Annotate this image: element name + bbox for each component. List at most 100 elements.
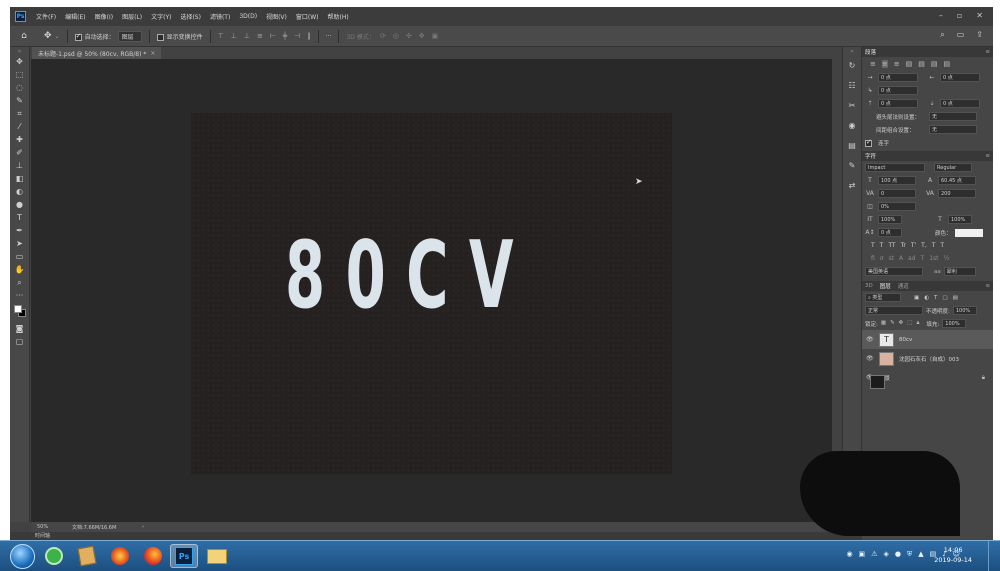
opacity-field[interactable]: 100% — [952, 306, 977, 315]
spacing-set-dropdown[interactable]: 无 — [929, 125, 977, 134]
menu-help[interactable]: 帮助(H) — [328, 12, 349, 21]
ligatures-button[interactable]: fi — [871, 255, 875, 262]
adjustments-icon[interactable]: ⇄ — [843, 175, 861, 195]
eyedropper-tool-icon[interactable]: ⁄ — [10, 120, 29, 133]
foreground-color[interactable] — [14, 305, 22, 313]
tab-character[interactable]: 字符 — [865, 152, 876, 160]
tray-icon[interactable]: ◈ — [883, 550, 888, 559]
discretionary-ligatures-button[interactable]: st — [888, 255, 893, 262]
align-more-icon[interactable]: ≡ — [257, 32, 263, 40]
tray-icon[interactable]: ⚠︎ — [871, 550, 877, 559]
taskbar-app-360[interactable] — [40, 544, 68, 568]
indent-right-field[interactable]: 0 点 — [940, 73, 980, 82]
taskbar-app-firefox[interactable] — [139, 544, 167, 568]
3d-pan-icon[interactable]: ✣ — [406, 32, 412, 40]
kerning-field[interactable]: 0 — [878, 189, 916, 198]
path-select-icon[interactable]: ➤ — [10, 237, 29, 250]
healing-brush-icon[interactable]: ✚ — [10, 133, 29, 146]
paths-icon[interactable]: ✎ — [843, 155, 861, 175]
taskbar-app-notepad[interactable] — [73, 544, 101, 568]
share-icon[interactable]: ⇪ — [976, 30, 983, 40]
panel-menu-icon[interactable]: ≡ — [985, 153, 990, 159]
layer-row-background[interactable]: 👁︎ 背景 🔒︎ — [862, 368, 993, 389]
tracking-field[interactable]: 200 — [938, 189, 976, 198]
clone-stamp-icon[interactable]: ⊥ — [10, 159, 29, 172]
swatches-icon[interactable]: ◉ — [843, 115, 861, 135]
hyphenate-checkbox[interactable] — [865, 138, 872, 147]
brush-tool-icon[interactable]: ✐ — [10, 146, 29, 159]
strikethrough-button[interactable]: T — [940, 242, 944, 249]
justify-center-icon[interactable]: ▤ — [918, 60, 925, 68]
indent-left-field[interactable]: 0 点 — [878, 73, 918, 82]
language-dropdown[interactable]: 美国英语 — [865, 267, 923, 276]
libraries-icon[interactable]: ▤ — [843, 135, 861, 155]
more-tools-icon[interactable]: ··· — [10, 289, 29, 302]
align-right-icon[interactable]: ≡ — [894, 60, 900, 68]
auto-select-checkbox[interactable] — [74, 32, 82, 41]
small-caps-button[interactable]: Tr — [901, 242, 906, 249]
justify-all-icon[interactable]: ▤ — [944, 60, 951, 68]
align-top-icon[interactable]: ⊤ — [218, 32, 224, 40]
align-bottom-icon[interactable]: ⊥ — [244, 32, 250, 40]
fill-field[interactable]: 100% — [942, 319, 967, 328]
align-left-icon[interactable]: ⊢ — [270, 32, 276, 40]
tray-icon[interactable]: ▣ — [859, 550, 866, 559]
eye-icon[interactable]: 👁︎ — [866, 355, 874, 362]
kinsoku-dropdown[interactable]: 无 — [929, 112, 977, 121]
filter-shape-icon[interactable]: ▢ — [942, 295, 947, 301]
3d-slide-icon[interactable]: ✥ — [419, 32, 425, 40]
lock-artboard-icon[interactable]: ⬚ — [907, 320, 912, 327]
horizontal-scale-field[interactable]: 100% — [948, 215, 972, 224]
tray-icon[interactable]: ● — [895, 550, 901, 559]
font-family-dropdown[interactable]: Impact — [865, 163, 925, 172]
eye-icon[interactable]: 👁︎ — [866, 336, 874, 343]
tray-icon[interactable]: ▲ — [918, 550, 923, 559]
more-options-button[interactable]: ··· — [326, 33, 332, 40]
font-size-field[interactable]: 100 点 — [878, 176, 916, 185]
history-icon[interactable]: ↻ — [843, 55, 861, 75]
3d-scale-icon[interactable]: ▣ — [432, 32, 439, 40]
color-swatches[interactable] — [10, 302, 29, 322]
panel-menu-icon[interactable]: ≡ — [985, 283, 990, 289]
blend-mode-dropdown[interactable]: 正常 — [865, 306, 923, 315]
start-button[interactable] — [10, 544, 35, 569]
gradient-tool-icon[interactable]: ◐ — [10, 185, 29, 198]
menu-edit[interactable]: 编辑(E) — [65, 12, 85, 21]
restore-icon[interactable]: ▫ — [957, 11, 962, 20]
lasso-tool-icon[interactable]: ◌ — [10, 81, 29, 94]
lock-pixels-icon[interactable]: ✎ — [890, 320, 895, 327]
document-tab[interactable]: 未标题-1.psd @ 50% (80cv, RGB/8) * × — [32, 47, 162, 59]
3d-roll-icon[interactable]: ◎ — [393, 32, 399, 40]
text-color-swatch[interactable] — [954, 228, 983, 237]
align-center-icon[interactable]: ≡ — [881, 60, 888, 68]
align-left-icon[interactable]: ≡ — [870, 60, 876, 68]
justify-left-icon[interactable]: ▤ — [906, 60, 913, 68]
space-after-field[interactable]: 0 点 — [940, 99, 980, 108]
strip-collapse-icon[interactable]: » — [843, 47, 861, 55]
zoom-level[interactable]: 50% — [37, 524, 72, 530]
vertical-scale-field[interactable]: 100% — [878, 215, 902, 224]
menu-select[interactable]: 选择(S) — [180, 12, 201, 21]
space-before-field[interactable]: 0 点 — [878, 99, 918, 108]
tab-paragraph[interactable]: 段落 — [865, 48, 876, 56]
lock-transparent-icon[interactable]: ▦ — [881, 320, 886, 327]
layer-filter-dropdown[interactable]: ⌕ 类型 — [865, 293, 901, 302]
quick-select-tool-icon[interactable]: ✎ — [10, 94, 29, 107]
all-caps-button[interactable]: TT — [888, 242, 895, 249]
antialias-dropdown[interactable]: 犀利 — [943, 267, 976, 276]
menu-view[interactable]: 视图(V) — [266, 12, 287, 21]
ps-logo[interactable]: Ps — [15, 11, 26, 22]
screen-mode-icon[interactable]: ▢ — [10, 335, 29, 348]
lock-all-icon[interactable]: 🔒︎ — [916, 320, 919, 327]
close-icon[interactable]: × — [150, 50, 155, 57]
baseline-field[interactable]: 0 点 — [878, 228, 902, 237]
filter-pixel-icon[interactable]: ▣ — [914, 295, 919, 301]
crop-tool-icon[interactable]: ⌗ — [10, 107, 29, 120]
filter-smart-icon[interactable]: ▤ — [953, 295, 958, 301]
swash-button[interactable]: A — [899, 255, 903, 262]
taskbar-clock[interactable]: 14:06 2019-09-14 — [934, 545, 972, 565]
justify-right-icon[interactable]: ▤ — [931, 60, 938, 68]
layer-row-image[interactable]: 👁︎ 沈园石灰石（自成）003 — [862, 349, 993, 368]
eraser-tool-icon[interactable]: ◧ — [10, 172, 29, 185]
distribute-icon[interactable]: ‖ — [307, 32, 311, 40]
